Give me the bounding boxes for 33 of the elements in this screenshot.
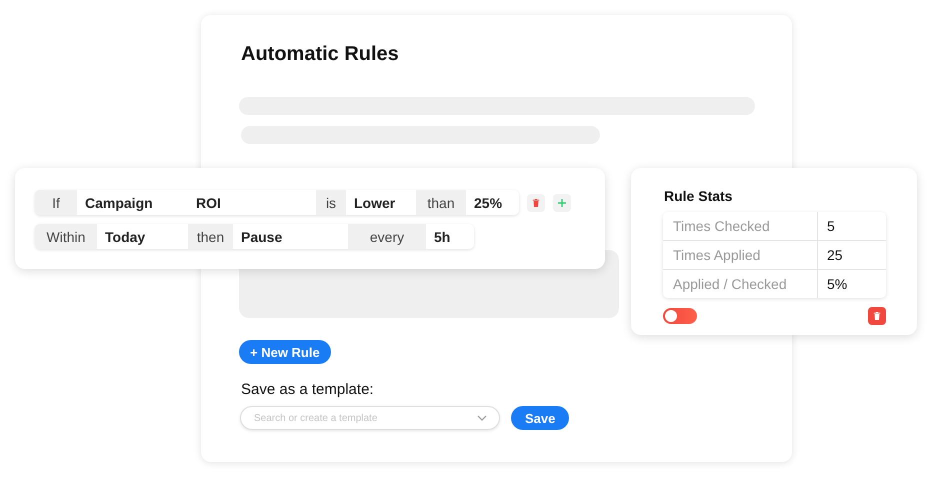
delete-button[interactable] xyxy=(527,194,545,212)
template-label: Save as a template: xyxy=(241,381,375,398)
rule-keyword: every xyxy=(348,224,426,249)
rule-value-field[interactable]: Today xyxy=(97,224,188,249)
table-cell: Times Applied xyxy=(663,241,818,269)
trash-icon xyxy=(873,311,881,321)
rule-keyword: is xyxy=(316,190,346,215)
rule-value-field[interactable]: Pause xyxy=(233,224,348,249)
stats-title: Rule Stats xyxy=(664,188,734,206)
table-cell-text: 5% xyxy=(826,275,848,294)
rule-value-field[interactable]: Lower xyxy=(346,190,416,215)
new-rule-button[interactable]: + New Rule xyxy=(239,340,331,364)
rule-keyword: Within xyxy=(35,224,97,249)
panel-title: Automatic Rules xyxy=(241,43,400,67)
table-cell-text: 25 xyxy=(826,246,844,265)
chevron-down-icon xyxy=(477,415,487,421)
rule-value-field[interactable]: 5h xyxy=(426,224,474,249)
add-button[interactable] xyxy=(553,194,571,212)
rule-keyword: than xyxy=(416,190,466,215)
trash-icon xyxy=(532,198,540,208)
table-cell-text: 5 xyxy=(826,217,836,236)
save-button[interactable]: Save xyxy=(511,406,570,430)
toggle-switch[interactable] xyxy=(663,308,697,324)
rule-value-field[interactable]: 25% xyxy=(466,190,519,215)
rule-value-field[interactable]: Campaign xyxy=(77,190,188,215)
template-dropdown[interactable]: Search or create a template xyxy=(240,406,500,430)
plus-icon xyxy=(558,198,566,206)
table-cell: Applied / Checked xyxy=(663,270,818,298)
rule-value-field[interactable]: ROI xyxy=(188,190,316,215)
rule-keyword: then xyxy=(188,224,233,249)
table-cell: Times Checked xyxy=(663,212,818,240)
rule-keyword: If xyxy=(35,190,77,215)
delete-button[interactable] xyxy=(868,307,886,325)
